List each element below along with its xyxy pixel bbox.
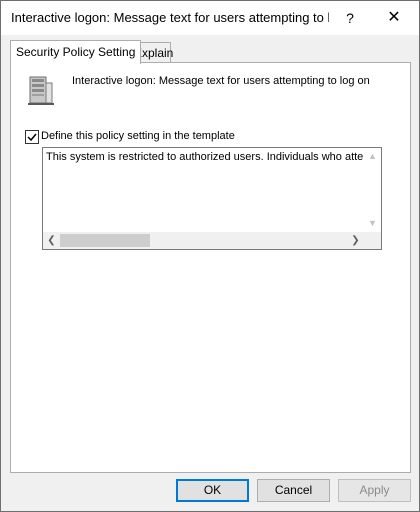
server-icon: [28, 76, 54, 105]
message-text-value: This system is restricted to authorized …: [46, 151, 364, 163]
scroll-down-icon[interactable]: ▼: [364, 215, 381, 232]
help-button[interactable]: ?: [335, 1, 365, 35]
horizontal-scroll-thumb[interactable]: [60, 234, 150, 247]
vertical-scrollbar[interactable]: ▲ ▼: [364, 148, 381, 232]
title-bar[interactable]: Interactive logon: Message text for user…: [1, 1, 419, 35]
define-setting-checkbox[interactable]: [25, 130, 39, 144]
window-title: Interactive logon: Message text for user…: [11, 10, 329, 25]
policy-name: Interactive logon: Message text for user…: [72, 75, 370, 87]
cancel-button[interactable]: Cancel: [257, 479, 330, 502]
tab-security-policy-setting[interactable]: Security Policy Setting: [10, 40, 142, 64]
define-setting-label: Define this policy setting in the templa…: [41, 130, 235, 142]
policy-properties-dialog: Interactive logon: Message text for user…: [0, 0, 420, 512]
apply-button[interactable]: Apply: [338, 479, 411, 502]
ok-button[interactable]: OK: [176, 479, 249, 502]
close-button[interactable]: ✕: [379, 1, 409, 35]
message-text-area[interactable]: This system is restricted to authorized …: [42, 147, 382, 250]
checkmark-icon: [27, 133, 37, 142]
scroll-right-icon[interactable]: ❯: [347, 232, 364, 249]
scroll-up-icon[interactable]: ▲: [364, 148, 381, 165]
scroll-left-icon[interactable]: ❮: [43, 232, 60, 249]
tab-panel: Interactive logon: Message text for user…: [10, 62, 411, 473]
horizontal-scrollbar[interactable]: ❮ ❯: [43, 232, 381, 249]
